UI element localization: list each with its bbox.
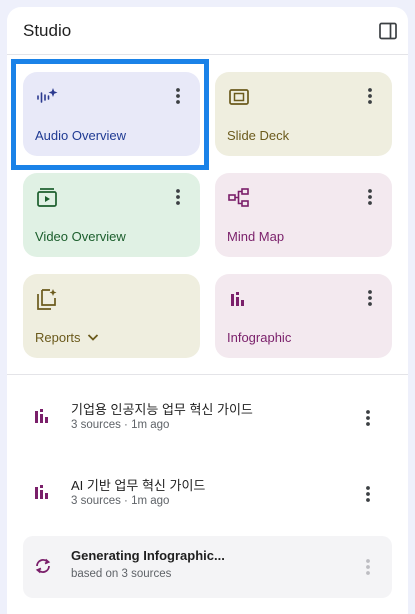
note-title: Generating Infographic... [71,548,225,563]
more-vert-icon[interactable] [360,286,380,310]
audio-waveform-sparkle-icon [37,88,58,103]
note-item[interactable]: 기업용 인공지능 업무 혁신 가이드 3 sources · 1m ago [23,387,392,449]
note-subtitle: 3 sources · 1m ago [71,495,170,507]
video-icon [37,188,57,207]
infographic-icon [35,409,48,423]
slide-deck-label: Slide Deck [227,128,290,143]
infographic-icon [35,485,48,499]
chevron-down-icon[interactable] [85,329,101,345]
audio-overview-label: Audio Overview [35,128,127,143]
reports-label: Reports [35,330,81,345]
slides-icon [229,89,249,105]
note-title: 기업용 인공지능 업무 혁신 가이드 [71,402,253,417]
infographic-label: Infographic [227,330,292,345]
more-vert-icon[interactable] [358,482,378,506]
side-panel-icon[interactable] [378,21,398,41]
studio-panel: Studio Audio Overview Slide Deck Video O… [7,7,408,614]
more-vert-icon[interactable] [358,406,378,430]
reports-icon [37,289,57,310]
audio-overview-card[interactable]: Audio Overview [23,72,200,156]
divider [7,374,408,375]
note-subtitle: 3 sources · 1m ago [71,419,170,431]
mind-map-label: Mind Map [227,229,285,244]
slide-deck-card[interactable]: Slide Deck [215,72,392,156]
mind-map-icon [228,188,249,207]
more-vert-icon[interactable] [360,84,380,108]
more-vert-icon[interactable] [168,185,188,209]
note-subtitle: based on 3 sources [71,568,172,580]
more-vert-icon[interactable] [168,84,188,108]
page-title: Studio [23,21,72,40]
note-item[interactable]: AI 기반 업무 혁신 가이드 3 sources · 1m ago [23,463,392,525]
note-title: AI 기반 업무 혁신 가이드 [71,478,206,493]
note-item-generating[interactable]: Generating Infographic... based on 3 sou… [23,536,392,598]
more-vert-icon [366,559,370,575]
video-overview-card[interactable]: Video Overview [23,173,200,257]
reports-card[interactable]: Reports [23,274,200,358]
sync-icon [35,558,51,574]
more-vert-icon[interactable] [360,185,380,209]
studio-header: Studio [7,7,408,55]
video-overview-label: Video Overview [35,229,126,244]
mind-map-card[interactable]: Mind Map [215,173,392,257]
infographic-card[interactable]: Infographic [215,274,392,358]
infographic-icon [231,292,244,306]
